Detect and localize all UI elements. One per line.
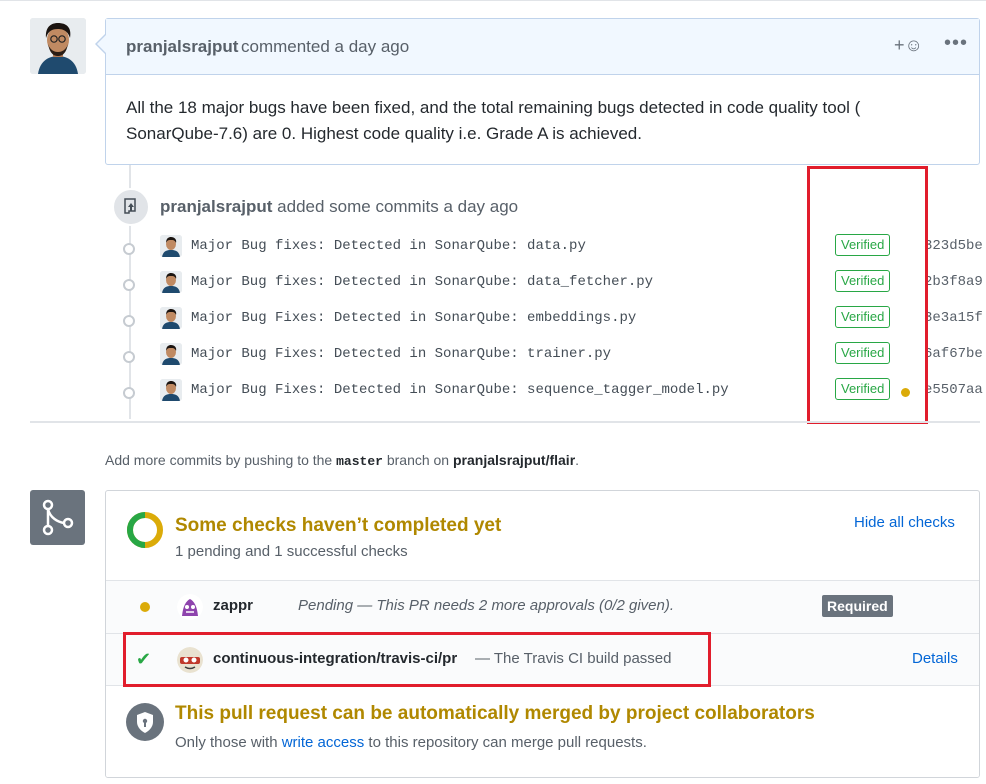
repo-push-icon: [112, 188, 150, 226]
push-hint-prefix: Add more commits by pushing to the: [105, 452, 333, 468]
commit-author-avatar[interactable]: [160, 307, 182, 329]
commit-dot-icon: [123, 315, 135, 327]
commit-dot-icon: [123, 387, 135, 399]
comment-body: All the 18 major bugs have been fixed, a…: [126, 98, 861, 143]
commenter-avatar[interactable]: [30, 18, 86, 74]
branch-name: master: [336, 454, 383, 469]
commit-dot-icon: [123, 279, 135, 291]
commit-author-avatar[interactable]: [160, 343, 182, 365]
commit-message[interactable]: Major Bug Fixes: Detected in SonarQube: …: [191, 382, 729, 398]
check-row-zappr: zappr Pending — This PR needs 2 more app…: [106, 580, 979, 633]
more-options-icon[interactable]: •••: [944, 32, 968, 55]
commit-message[interactable]: Major Bug fixes: Detected in SonarQube: …: [191, 274, 653, 290]
commit-sha-link[interactable]: 6af67be: [924, 346, 983, 362]
check-name-zappr: zappr: [213, 597, 254, 614]
commit-message[interactable]: Major Bug fixes: Detected in SonarQube: …: [191, 238, 586, 254]
commits-action: added some commits a day ago: [277, 197, 519, 216]
commits-added-event: pranjalsrajput added some commits a day …: [160, 197, 518, 217]
commit-author-avatar[interactable]: [160, 271, 182, 293]
commits-author[interactable]: pranjalsrajput: [160, 197, 272, 216]
repo-name[interactable]: pranjalsrajput/flair: [453, 452, 575, 468]
commit-dot-icon: [123, 243, 135, 255]
commit-author-avatar[interactable]: [160, 235, 182, 257]
comment-arrow-fill: [97, 35, 106, 53]
commit-sha-link[interactable]: 2b3f8a9: [924, 274, 983, 290]
timeline-divider: [30, 421, 980, 423]
hide-all-checks-link[interactable]: Hide all checks: [854, 514, 955, 531]
push-hint-suffix: .: [575, 452, 580, 468]
comment-author[interactable]: pranjalsrajput: [126, 37, 238, 57]
required-badge: Required: [822, 595, 893, 617]
commit-sha-link[interactable]: e5507aa: [924, 382, 983, 398]
checks-title: Some checks haven’t completed yet: [175, 515, 502, 536]
commit-sha-link[interactable]: 3e3a15f: [924, 310, 983, 326]
merge-permission-row: This pull request can be automatically m…: [106, 685, 979, 777]
commit-sha-link[interactable]: 323d5be: [924, 238, 983, 254]
shield-lock-icon: [126, 703, 164, 741]
git-merge-icon: [30, 490, 85, 545]
comment-timestamp: commented a day ago: [241, 37, 410, 56]
add-reaction-icon[interactable]: +☺: [894, 35, 923, 56]
commit-message[interactable]: Major Bug Fixes: Detected in SonarQube: …: [191, 310, 636, 326]
verified-highlight-box: [807, 166, 928, 424]
zappr-avatar: [177, 594, 203, 620]
merge-sub-prefix: Only those with: [175, 734, 278, 751]
top-divider: [0, 0, 986, 1]
merge-subtitle: Only those with write access to this rep…: [175, 734, 647, 751]
commit-dot-icon: [123, 351, 135, 363]
check-desc-zappr: Pending — This PR needs 2 more approvals…: [298, 597, 675, 614]
travis-highlight-box: [123, 632, 711, 687]
write-access-link[interactable]: write access: [282, 734, 365, 751]
checks-progress-icon: [127, 512, 163, 548]
merge-sub-suffix: to this repository can merge pull reques…: [368, 734, 647, 751]
commit-message[interactable]: Major Bug Fixes: Detected in SonarQube: …: [191, 346, 611, 362]
pending-dot-icon: [140, 602, 150, 612]
checks-summary: 1 pending and 1 successful checks: [175, 543, 408, 560]
travis-details-link[interactable]: Details: [912, 650, 958, 667]
commit-author-avatar[interactable]: [160, 379, 182, 401]
comment-box: pranjalsrajput commented a day ago +☺ ••…: [105, 18, 980, 165]
push-hint: Add more commits by pushing to the maste…: [105, 452, 579, 469]
push-hint-middle: branch on: [386, 452, 450, 468]
comment-header: pranjalsrajput commented a day ago +☺ ••…: [106, 19, 979, 75]
merge-title: This pull request can be automatically m…: [175, 703, 815, 724]
